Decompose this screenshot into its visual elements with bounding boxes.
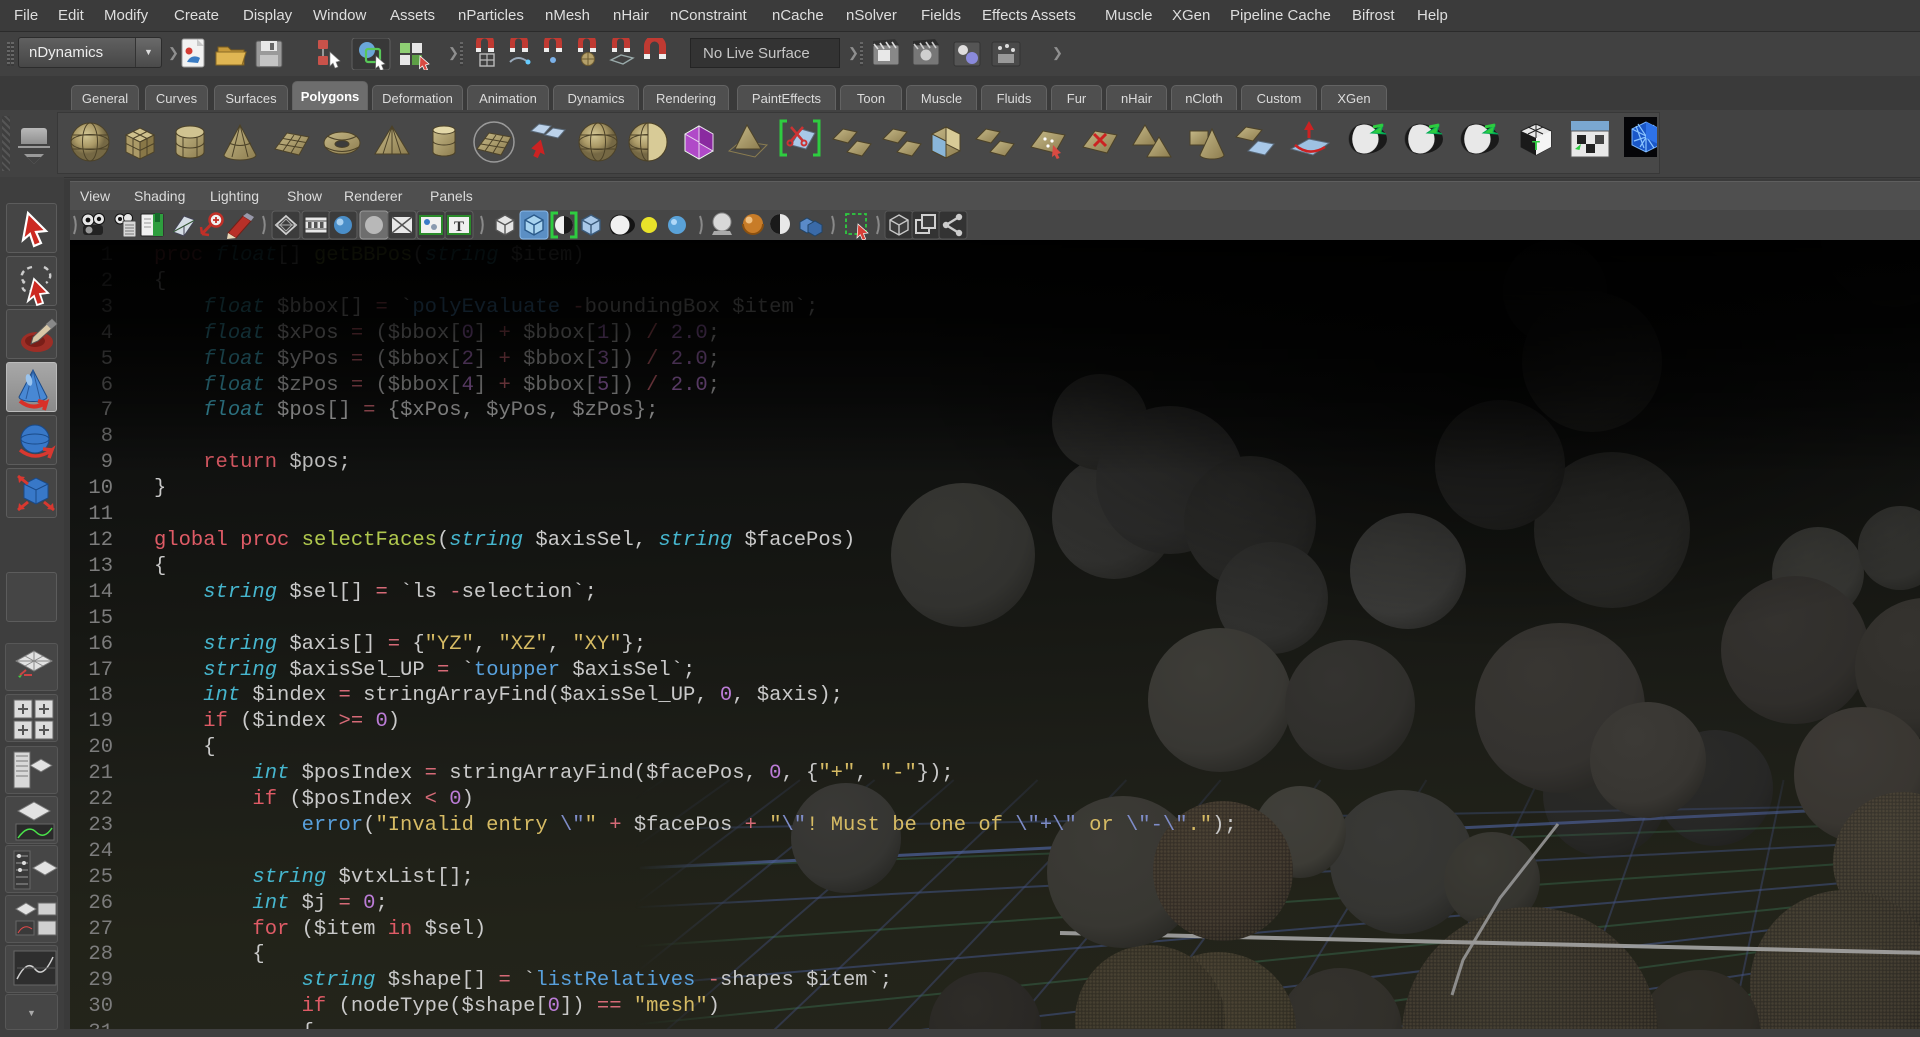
svg-text:T: T (1532, 138, 1540, 153)
svg-text:T: T (454, 219, 464, 235)
